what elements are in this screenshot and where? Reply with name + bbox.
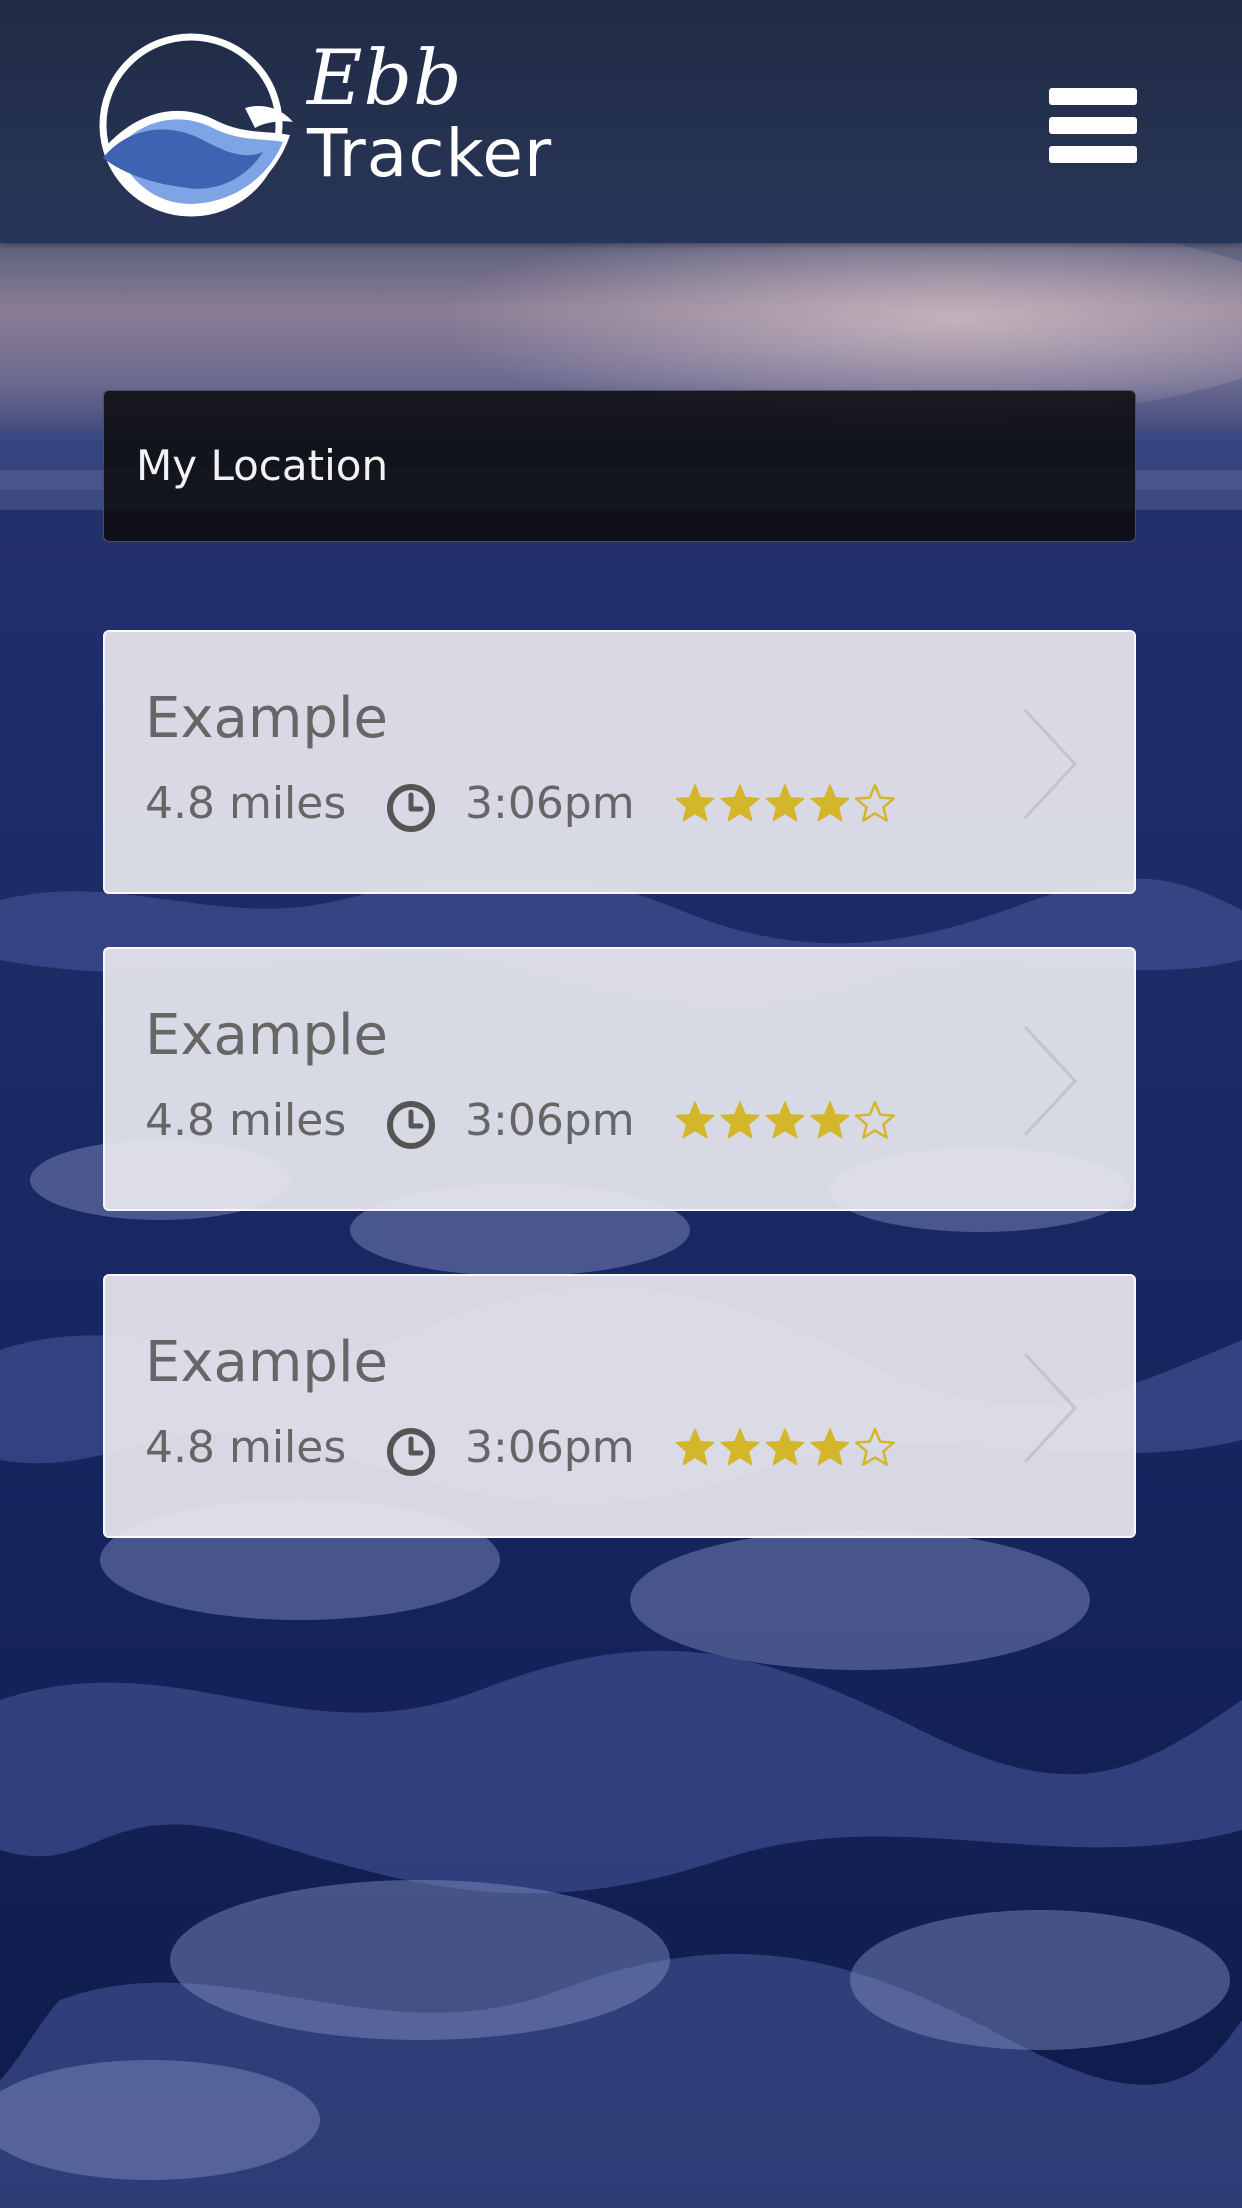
location-card-time: 3:06pm [465, 1422, 635, 1473]
location-card-time: 3:06pm [465, 778, 635, 829]
hamburger-menu-icon [1049, 88, 1137, 105]
star-filled-icon [810, 1428, 850, 1466]
star-empty-icon [854, 783, 896, 822]
clock-icon [387, 1428, 435, 1476]
location-input-value: My Location [136, 441, 389, 490]
star-filled-icon [720, 784, 760, 822]
star-empty-icon [854, 1427, 896, 1466]
star-filled-icon [720, 1101, 760, 1139]
wave-circle-logo-icon [99, 33, 293, 217]
location-card-title: Example [145, 1330, 388, 1395]
star-filled-icon [765, 1101, 805, 1139]
star-filled-icon [765, 784, 805, 822]
location-card-distance: 4.8 miles [145, 1422, 347, 1473]
star-rating [673, 782, 903, 832]
location-card-distance: 4.8 miles [145, 778, 347, 829]
location-input[interactable]: My Location [103, 390, 1136, 542]
location-card[interactable]: Example 4.8 miles 3:06pm [103, 947, 1136, 1211]
chevron-right-icon [1023, 708, 1078, 820]
location-card-distance: 4.8 miles [145, 1095, 347, 1146]
hamburger-menu-icon-bar [1049, 117, 1137, 134]
star-empty-icon [854, 1100, 896, 1139]
clock-icon [387, 784, 435, 832]
app-logo[interactable]: Ebb Tracker [95, 30, 553, 220]
app-header: Ebb Tracker [0, 0, 1242, 243]
chevron-right-icon [1023, 1025, 1078, 1137]
hamburger-menu-icon-bar [1049, 146, 1137, 163]
star-filled-icon [675, 784, 715, 822]
star-filled-icon [765, 1428, 805, 1466]
star-filled-icon [720, 1428, 760, 1466]
location-card[interactable]: Example 4.8 miles 3:06pm [103, 1274, 1136, 1538]
hamburger-menu-button[interactable] [1040, 80, 1140, 166]
star-rating [673, 1099, 903, 1149]
logo-script-text: Ebb [307, 33, 463, 122]
logo-word-text: Tracker [307, 115, 553, 192]
location-card-title: Example [145, 1003, 388, 1068]
clock-icon [387, 1101, 435, 1149]
star-filled-icon [675, 1101, 715, 1139]
star-rating [673, 1426, 903, 1476]
location-card[interactable]: Example 4.8 miles 3:06pm [103, 630, 1136, 894]
chevron-right-icon [1023, 1352, 1078, 1464]
star-filled-icon [675, 1428, 715, 1466]
location-card-title: Example [145, 686, 388, 751]
star-filled-icon [810, 784, 850, 822]
star-filled-icon [810, 1101, 850, 1139]
location-card-time: 3:06pm [465, 1095, 635, 1146]
